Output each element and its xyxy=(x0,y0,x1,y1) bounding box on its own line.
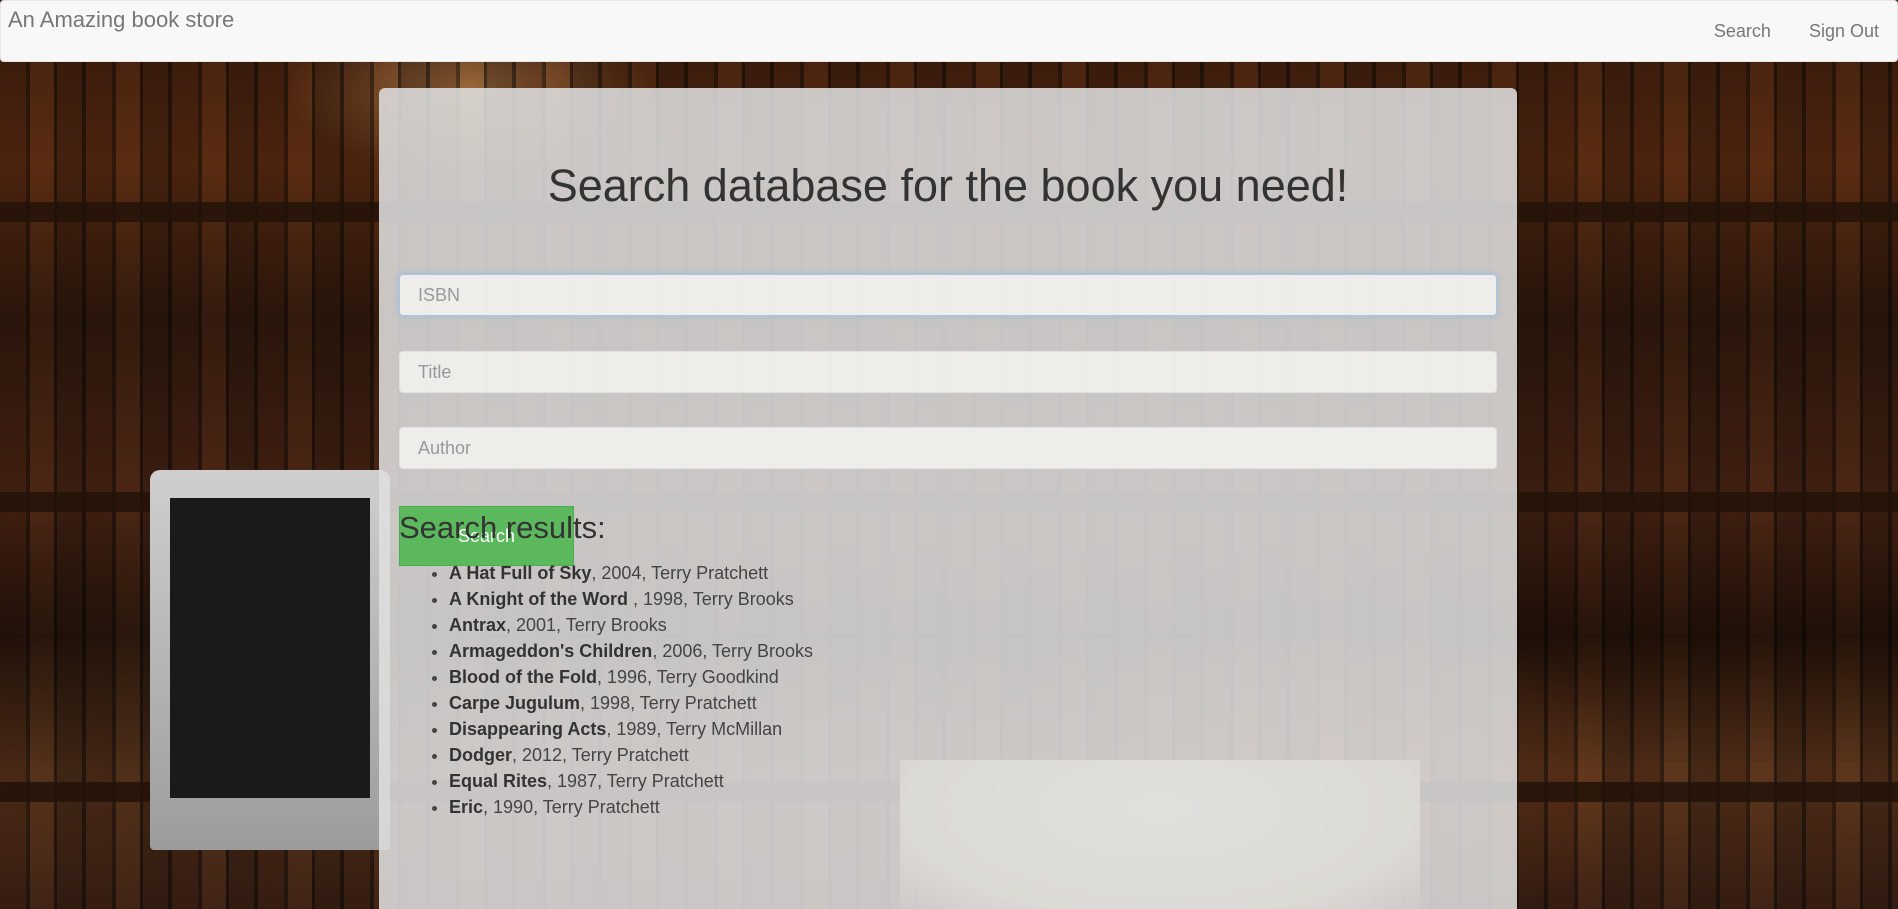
result-details: , 2012, Terry Pratchett xyxy=(512,745,689,765)
navbar: An Amazing book store Search Sign Out xyxy=(0,0,1898,62)
result-item: Disappearing Acts, 1989, Terry McMillan xyxy=(449,716,813,742)
author-input[interactable] xyxy=(399,427,1497,469)
result-item: A Knight of the Word , 1998, Terry Brook… xyxy=(449,586,813,612)
result-title: Equal Rites xyxy=(449,771,548,791)
result-item: Equal Rites, 1987, Terry Pratchett xyxy=(449,768,813,794)
nav-search-link[interactable]: Search xyxy=(1694,1,1789,63)
result-title: A Hat Full of Sky xyxy=(449,563,592,583)
isbn-input[interactable] xyxy=(399,274,1497,316)
result-details: , 1996, Terry Goodkind xyxy=(596,667,779,687)
result-title: Eric xyxy=(449,797,484,817)
result-item: Blood of the Fold, 1996, Terry Goodkind xyxy=(449,664,813,690)
result-details: , 2001, Terry Brooks xyxy=(506,615,667,635)
search-panel: Search database for the book you need! S… xyxy=(379,88,1517,909)
result-details: , 1990, Terry Pratchett xyxy=(483,797,660,817)
result-title: Antrax xyxy=(449,615,507,635)
results-list: A Hat Full of Sky, 2004, Terry Pratchett… xyxy=(449,560,813,820)
result-item: Armageddon's Children, 2006, Terry Brook… xyxy=(449,638,813,664)
brand-title[interactable]: An Amazing book store xyxy=(8,7,234,33)
result-details: , 1989, Terry McMillan xyxy=(606,719,783,739)
result-item: A Hat Full of Sky, 2004, Terry Pratchett xyxy=(449,560,813,586)
result-details: , 1998, Terry Pratchett xyxy=(580,693,757,713)
result-details: , 1987, Terry Pratchett xyxy=(547,771,724,791)
title-input[interactable] xyxy=(399,351,1497,393)
nav-links: Search Sign Out xyxy=(1694,1,1897,63)
nav-sign-out-link[interactable]: Sign Out xyxy=(1789,1,1897,63)
result-title: Armageddon's Children xyxy=(449,641,653,661)
result-details: , 2004, Terry Pratchett xyxy=(591,563,769,583)
result-item: Dodger, 2012, Terry Pratchett xyxy=(449,742,813,768)
result-title: Carpe Jugulum xyxy=(449,693,581,713)
result-item: Carpe Jugulum, 1998, Terry Pratchett xyxy=(449,690,813,716)
result-title: Dodger xyxy=(449,745,512,765)
result-title: Disappearing Acts xyxy=(449,719,607,739)
result-item: Eric, 1990, Terry Pratchett xyxy=(449,794,813,820)
result-details: , 2006, Terry Brooks xyxy=(652,641,814,661)
results-title: Search results: xyxy=(399,510,606,545)
page-title: Search database for the book you need! xyxy=(547,160,1349,211)
result-details: , 1998, Terry Brooks xyxy=(632,589,794,609)
background-laptop xyxy=(150,470,390,850)
result-title: Blood of the Fold xyxy=(449,667,597,687)
result-title: A Knight of the Word xyxy=(449,589,633,609)
result-item: Antrax, 2001, Terry Brooks xyxy=(449,612,813,638)
